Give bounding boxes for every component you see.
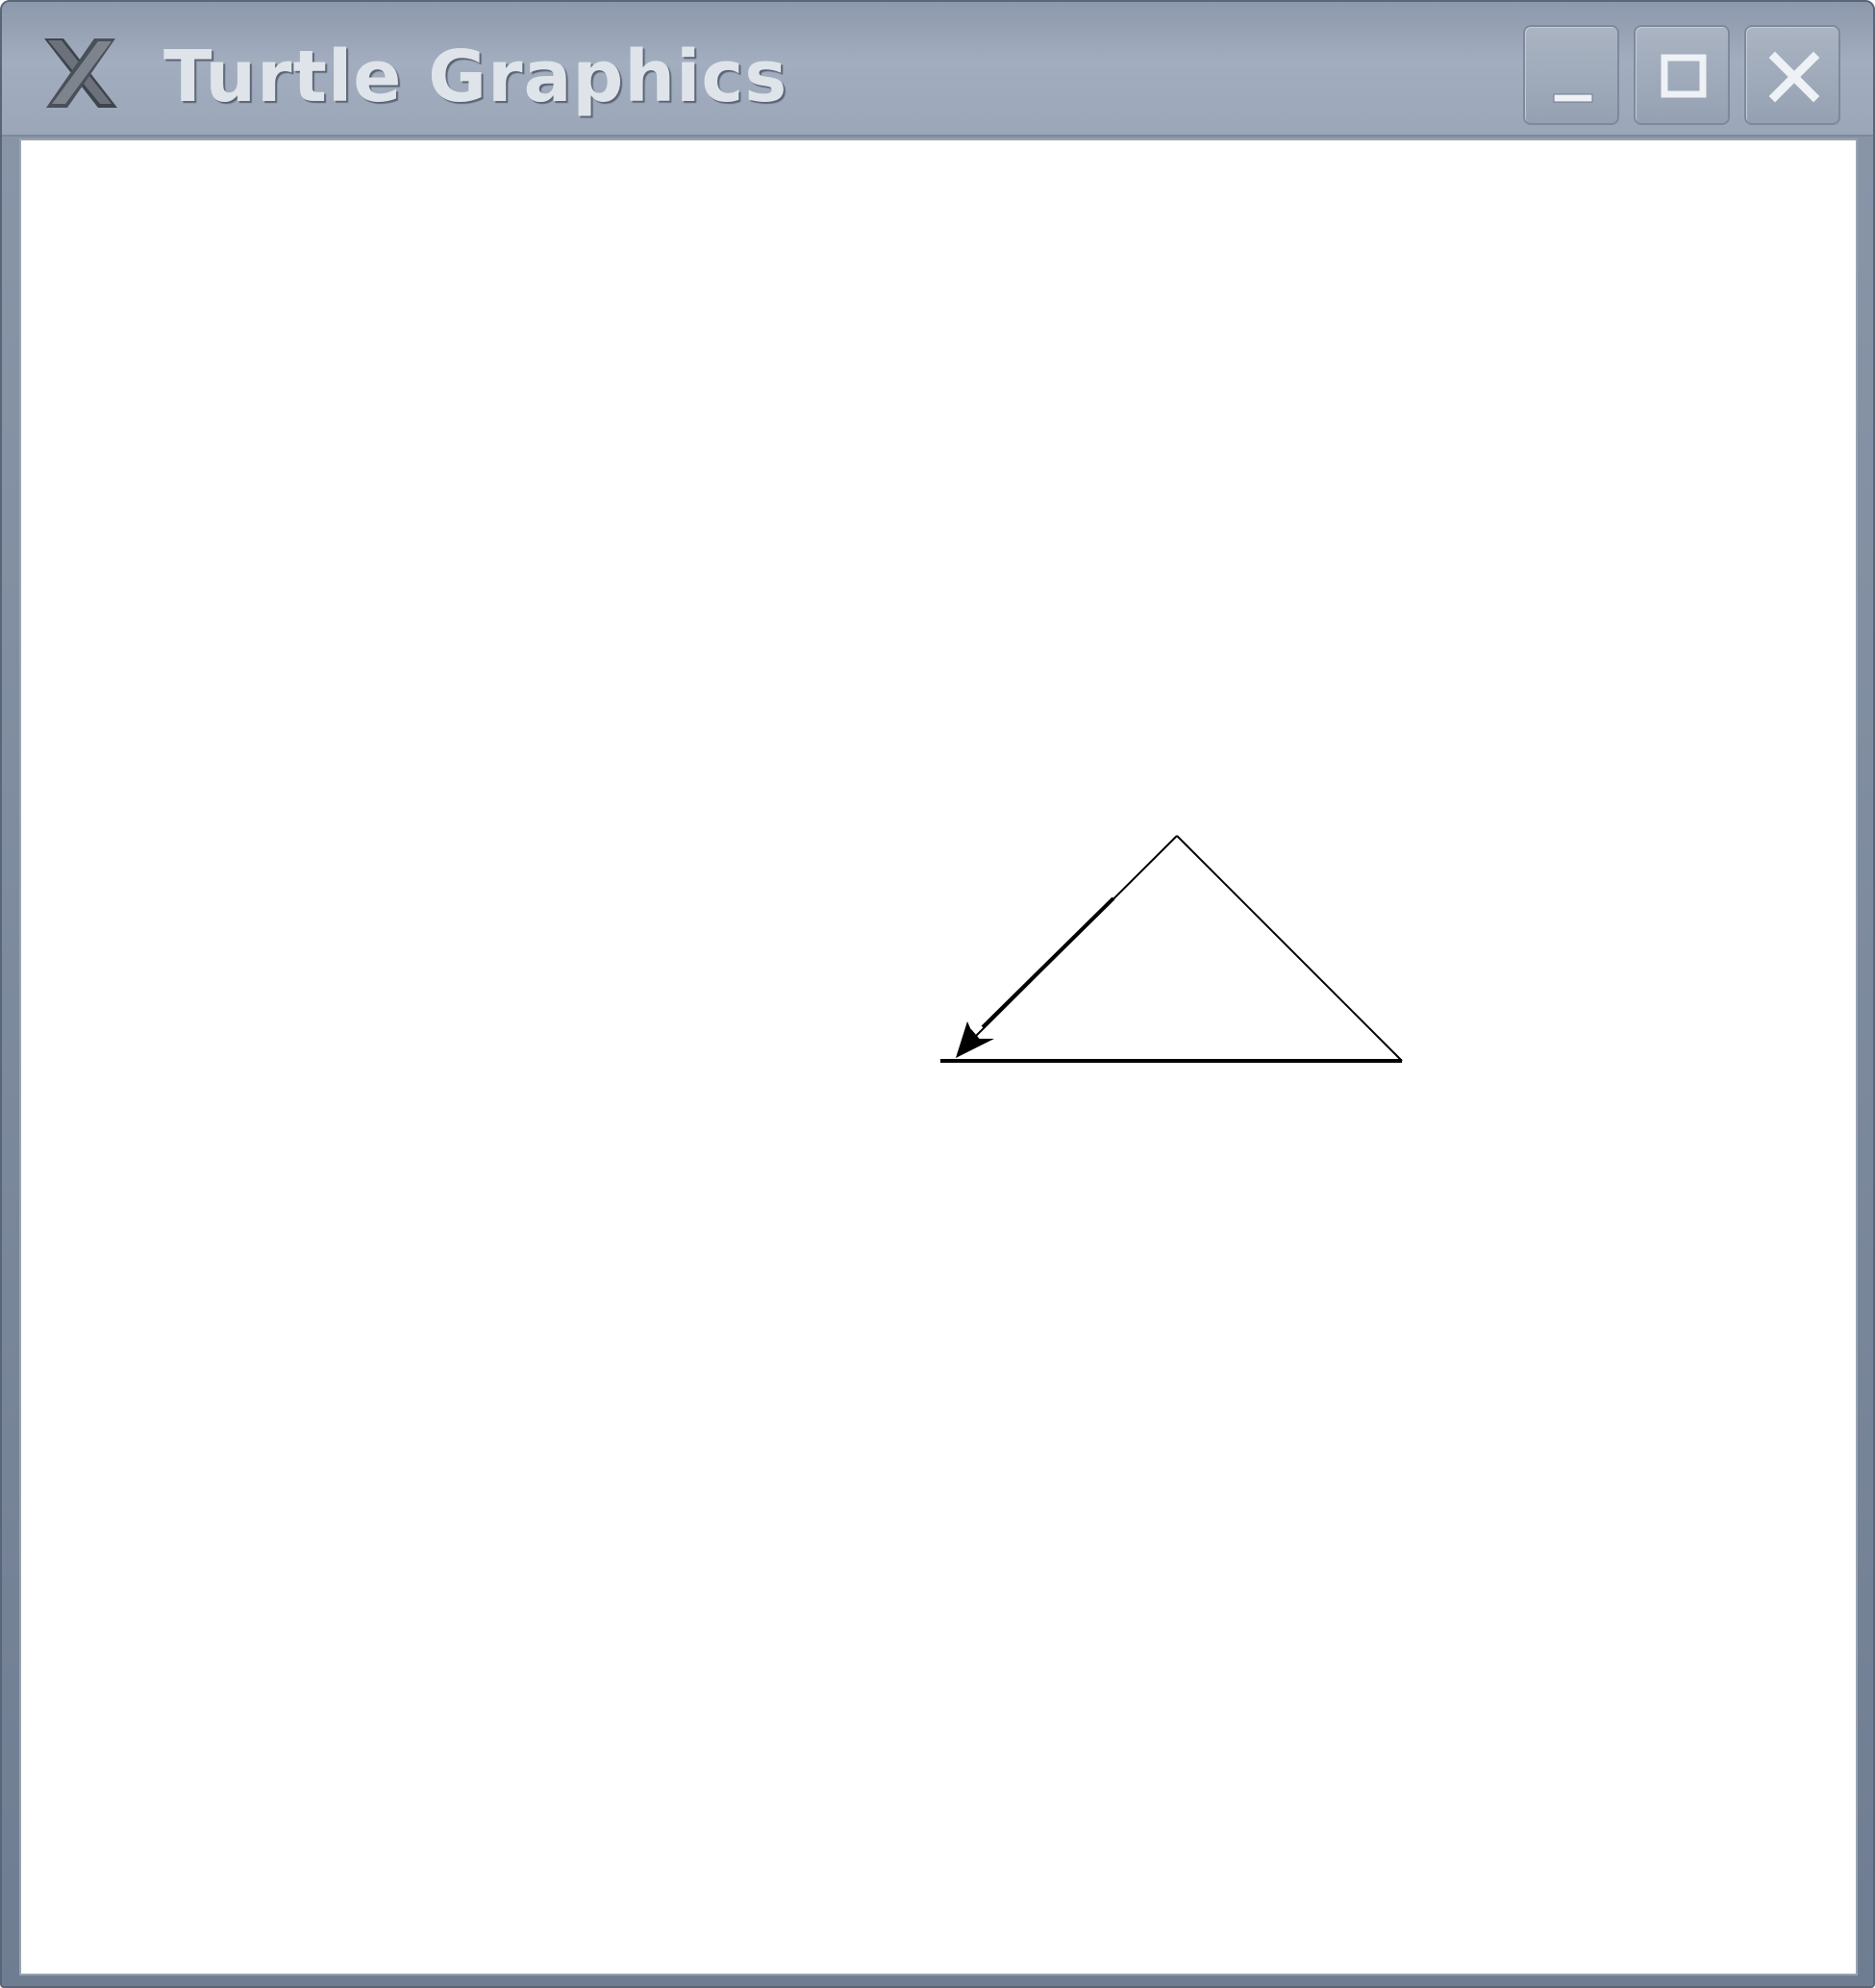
minimize-icon (1553, 93, 1593, 103)
maximize-button[interactable] (1634, 25, 1730, 125)
close-icon (1768, 51, 1820, 103)
maximize-icon (1661, 54, 1707, 98)
x-logo-icon (38, 35, 123, 112)
turtle-graphics-window: Turtle Graphics (0, 0, 1875, 1988)
turtle-trail-bold (981, 896, 1115, 1029)
drawing-canvas[interactable] (19, 138, 1858, 1975)
window-title: Turtle Graphics (163, 36, 788, 118)
triangle-right-line (1176, 835, 1403, 1062)
title-bar[interactable]: Turtle Graphics (2, 2, 1873, 137)
close-button[interactable] (1744, 25, 1840, 125)
minimize-button[interactable] (1523, 25, 1619, 125)
turtle-cursor-icon (956, 1021, 994, 1058)
